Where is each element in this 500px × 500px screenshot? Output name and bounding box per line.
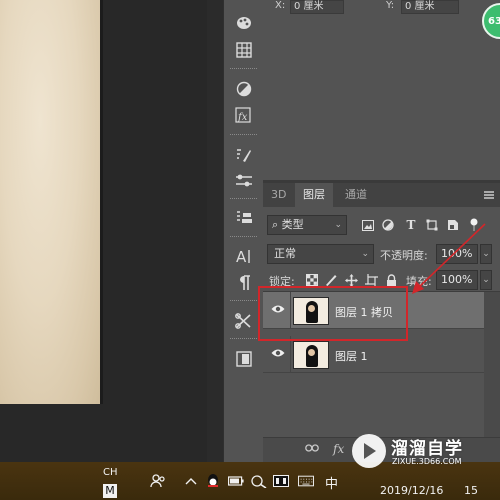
y-position-field[interactable]: 0 厘米 [401,0,459,14]
fill-slider-toggle[interactable]: ⌄ [480,270,492,290]
filter-toggle-icon[interactable] [467,218,481,232]
canvas-edge [100,0,103,404]
input-language[interactable]: CH [103,467,118,478]
lock-fill-row: 锁定: 填充: 100% ⌄ [267,270,496,290]
tab-layers[interactable]: 图层 [295,183,333,207]
chevron-down-icon: ⌄ [361,249,369,259]
y-label: Y: [386,0,395,11]
people-icon[interactable] [150,474,166,488]
windows-taskbar: CH M 中 2019/12/16 15 [0,462,500,500]
right-panel: X: 0 厘米 Y: 0 厘米 63 3D 图层 通道 ⌕ 类型 ⌄ T 正常 … [263,0,500,462]
layers-panel-tabs: 3D 图层 通道 [263,183,500,207]
fill-label: 填充: [406,275,432,288]
svg-text:A: A [236,248,247,264]
eye-icon[interactable] [271,348,285,358]
blend-mode-select[interactable]: 正常 ⌄ [267,244,374,264]
lock-image-pixels-icon[interactable] [324,273,338,287]
svg-text:fx: fx [237,112,248,123]
palette-icon[interactable] [232,12,256,34]
shape-filter-icon[interactable] [425,218,439,232]
opacity-label: 不透明度: [380,249,428,262]
system-clock[interactable]: 15 [464,484,478,497]
ime-indicator[interactable]: 中 [325,473,338,492]
layer-filter-row: ⌕ 类型 ⌄ T [267,215,496,237]
lock-artboard-icon[interactable] [364,273,378,287]
properties-coordinates: X: 0 厘米 Y: 0 厘米 [263,0,500,16]
x-position-field[interactable]: 0 厘米 [290,0,344,14]
dock-divider [230,68,257,70]
dock-divider [230,236,257,238]
layer-thumbnail [293,297,329,325]
tab-3d[interactable]: 3D [263,183,294,207]
panel-menu-icon[interactable] [484,191,494,199]
adjustments-icon[interactable] [232,78,256,100]
panel-icon-dock: fx A [223,0,263,462]
chevron-up-icon[interactable] [183,474,199,488]
lock-position-icon[interactable] [344,273,358,287]
layer-row[interactable]: 图层 1 [263,336,484,373]
system-date[interactable]: 2019/12/16 [380,484,443,497]
blend-opacity-row: 正常 ⌄ 不透明度: 100% ⌄ [267,244,496,264]
lock-all-icon[interactable] [384,273,398,287]
layer-thumbnail [293,341,329,369]
photoshop-window: fx A X: 0 厘米 Y: 0 厘米 63 3D 图层 通道 ⌕ 类型 ⌄ … [0,0,500,500]
eye-icon[interactable] [271,304,285,314]
grid-swatches-icon[interactable] [232,39,256,61]
document-canvas[interactable] [0,0,207,462]
canvas-scroll-gutter [207,0,223,462]
lock-label: 锁定: [269,275,295,288]
layer-row[interactable]: 图层 1 拷贝 [263,292,484,329]
layers-panel-footer: fx [263,437,500,462]
opacity-slider-toggle[interactable]: ⌄ [480,244,492,264]
chevron-down-icon: ⌄ [334,220,342,230]
filter-kind-select[interactable]: ⌕ 类型 ⌄ [267,215,347,235]
clone-source-icon[interactable] [232,206,256,228]
visibility-divider [290,336,291,373]
notes-panel-icon[interactable] [232,348,256,370]
character-icon[interactable]: A [232,245,256,267]
layers-scrollbar[interactable] [484,292,500,437]
x-label: X: [275,0,286,11]
fill-field[interactable]: 100% [436,270,478,290]
network-icon[interactable] [251,474,267,488]
blend-mode-value: 正常 [274,247,296,260]
dock-divider [230,198,257,200]
smart-object-filter-icon[interactable] [446,218,460,232]
battery-icon[interactable] [228,474,244,488]
keyboard-icon[interactable] [298,474,314,488]
image-filter-icon[interactable] [361,218,375,232]
filter-kind-label: 类型 [281,218,304,231]
layer-name[interactable]: 图层 1 拷贝 [335,304,393,320]
tab-channels[interactable]: 通道 [337,183,375,207]
canvas-image [0,0,100,404]
layer-name[interactable]: 图层 1 [335,348,368,364]
fx-button[interactable]: fx [333,442,344,456]
lock-transparent-pixels-icon[interactable] [305,273,319,287]
dock-divider [230,338,257,340]
dock-divider [230,300,257,302]
brush-settings-icon[interactable] [232,144,256,166]
paragraph-icon[interactable] [232,272,256,294]
opacity-field[interactable]: 100% [436,244,478,264]
visibility-divider [290,292,291,329]
adjustment-filter-icon[interactable] [381,218,395,232]
input-mode[interactable]: M [103,484,117,498]
brush-presets-icon[interactable] [232,170,256,192]
qq-icon[interactable] [205,474,221,488]
tool-presets-icon[interactable] [232,310,256,332]
dock-divider [230,134,257,136]
type-filter-icon[interactable]: T [404,218,418,232]
styles-fx-icon[interactable]: fx [232,104,256,126]
search-icon: ⌕ [272,218,282,231]
link-icon[interactable] [305,442,319,456]
media-icon[interactable] [273,474,289,488]
